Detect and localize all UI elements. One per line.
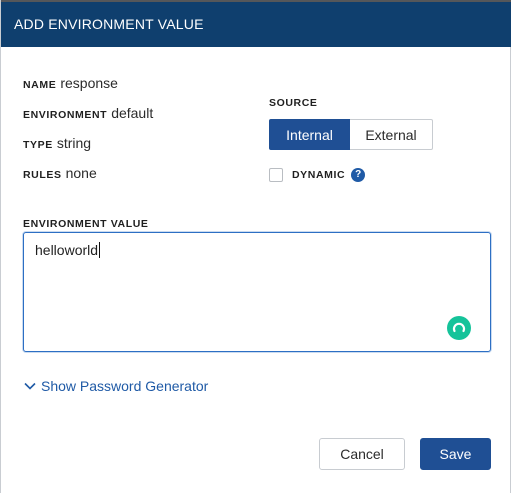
source-internal-button[interactable]: Internal (269, 119, 350, 150)
chevron-down-icon (23, 379, 37, 393)
meta-type-row: TYPE string (23, 135, 91, 151)
dynamic-checkbox[interactable] (269, 167, 283, 182)
dynamic-label: DYNAMIC (292, 168, 346, 181)
environment-label: ENVIRONMENT (23, 109, 108, 121)
show-password-generator-link[interactable]: Show Password Generator (23, 378, 208, 394)
name-value: response (60, 75, 118, 91)
type-value: string (56, 135, 92, 151)
dynamic-row: DYNAMIC ? (269, 166, 366, 183)
dialog-title: ADD ENVIRONMENT VALUE (14, 16, 204, 32)
rules-value: none (65, 165, 97, 181)
name-label: NAME (23, 79, 57, 91)
type-label: TYPE (23, 139, 53, 151)
text-caret (99, 242, 101, 258)
meta-name-row: NAME response (23, 75, 118, 91)
help-icon[interactable]: ? (351, 167, 366, 182)
meta-rules-row: RULES none (23, 165, 97, 181)
environment-value: default (111, 105, 154, 121)
environment-value-textarea[interactable]: helloworld (23, 232, 491, 352)
source-external-button[interactable]: External (350, 119, 433, 150)
source-toggle: Internal External (269, 119, 433, 150)
save-button[interactable]: Save (420, 438, 491, 470)
environment-value-text: helloworld (35, 242, 99, 258)
dialog-header: ADD ENVIRONMENT VALUE (1, 0, 511, 47)
environment-value-label: ENVIRONMENT VALUE (23, 218, 149, 230)
source-label: SOURCE (269, 97, 318, 109)
grammar-assistant-icon[interactable] (447, 316, 471, 340)
cancel-button[interactable]: Cancel (319, 438, 405, 470)
rules-label: RULES (23, 169, 62, 181)
show-password-generator-label: Show Password Generator (41, 378, 209, 394)
meta-environment-row: ENVIRONMENT default (23, 105, 153, 121)
add-environment-value-dialog: ADD ENVIRONMENT VALUE NAME response ENVIR… (0, 0, 511, 493)
